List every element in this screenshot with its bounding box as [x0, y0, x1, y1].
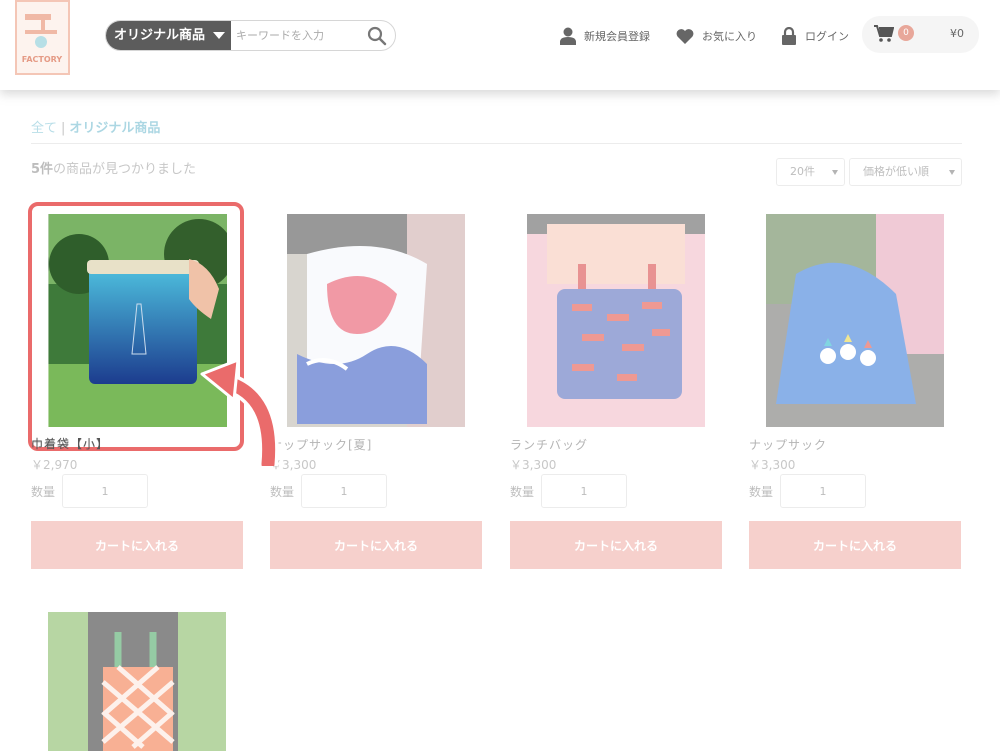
add-to-cart-button[interactable]: カートに入れる [510, 521, 722, 569]
result-count: 5件の商品が見つかりました [31, 158, 196, 177]
knapsack-summer-photo [287, 214, 465, 427]
login-link[interactable]: ログイン [781, 25, 849, 47]
heart-icon [676, 29, 694, 44]
quantity-label: 数量 [270, 485, 295, 499]
sort-order-select[interactable]: 価格が低い順 [849, 158, 962, 186]
breadcrumb-current[interactable]: オリジナル商品 [69, 121, 160, 136]
caret-down-icon [949, 170, 955, 175]
highlighted-product-name[interactable]: 巾着袋【小】 [31, 435, 109, 452]
cart-total: ¥0 [950, 27, 964, 40]
search-bar: オリジナル商品 [105, 20, 396, 51]
favorites-label: お気に入り [702, 30, 757, 43]
quantity-input[interactable] [301, 474, 387, 508]
product-image[interactable] [287, 214, 465, 427]
user-icon [560, 27, 576, 45]
caret-down-icon [213, 32, 225, 39]
caret-down-icon [832, 170, 838, 175]
login-label: ログイン [805, 30, 849, 43]
quantity-label: 数量 [510, 485, 535, 499]
lock-icon [782, 27, 796, 45]
add-to-cart-button[interactable]: カートに入れる [270, 521, 482, 569]
register-link[interactable]: 新規会員登録 [560, 25, 650, 47]
product-price: ￥2,970 [31, 458, 78, 472]
quantity-label: 数量 [749, 485, 774, 499]
sort-order-value: 価格が低い順 [863, 165, 929, 178]
knapsack-photo [766, 214, 944, 427]
quantity-input[interactable] [541, 474, 627, 508]
product-image[interactable] [527, 214, 705, 427]
site-header: FACTORY オリジナル商品 新規会員登録 お気に入り ログイン [0, 0, 1000, 90]
divider [31, 143, 962, 144]
per-page-value: 20件 [790, 165, 815, 178]
quantity-input[interactable] [62, 474, 148, 508]
add-to-cart-button[interactable]: カートに入れる [749, 521, 961, 569]
product-price: ￥3,300 [510, 458, 557, 472]
product-name[interactable]: ナップサック [749, 436, 827, 453]
cart-button[interactable]: 0 ¥0 [862, 16, 979, 53]
favorites-link[interactable]: お気に入り [676, 25, 757, 47]
search-input[interactable] [236, 23, 361, 48]
search-icon[interactable] [367, 26, 387, 46]
product-image[interactable] [48, 612, 226, 751]
per-page-select[interactable]: 20件 [776, 158, 845, 186]
add-to-cart-button[interactable]: カートに入れる [31, 521, 243, 569]
quantity-input[interactable] [780, 474, 866, 508]
breadcrumb-all-link[interactable]: 全て [31, 121, 57, 136]
search-category-select[interactable]: オリジナル商品 [106, 21, 231, 50]
site-logo[interactable]: FACTORY [15, 0, 70, 75]
product-image[interactable] [766, 214, 944, 427]
product-price: ￥3,300 [749, 458, 796, 472]
product-name[interactable]: ランチバッグ [510, 436, 588, 453]
breadcrumb-separator: | [61, 121, 66, 136]
curved-arrow-icon [200, 358, 279, 466]
result-count-number: 5件 [31, 162, 54, 177]
lunch-bag-photo [527, 214, 705, 427]
cart-count-badge: 0 [898, 25, 914, 41]
sewing-machine-logo-icon: FACTORY [17, 2, 68, 73]
result-count-suffix: の商品が見つかりました [53, 162, 197, 177]
tote-bag-photo [48, 612, 226, 751]
quantity-label: 数量 [31, 485, 56, 499]
breadcrumb: 全て | オリジナル商品 [31, 117, 160, 136]
cart-icon [874, 25, 894, 42]
svg-text:FACTORY: FACTORY [22, 55, 63, 64]
search-category-label: オリジナル商品 [114, 28, 206, 43]
register-label: 新規会員登録 [584, 30, 650, 43]
